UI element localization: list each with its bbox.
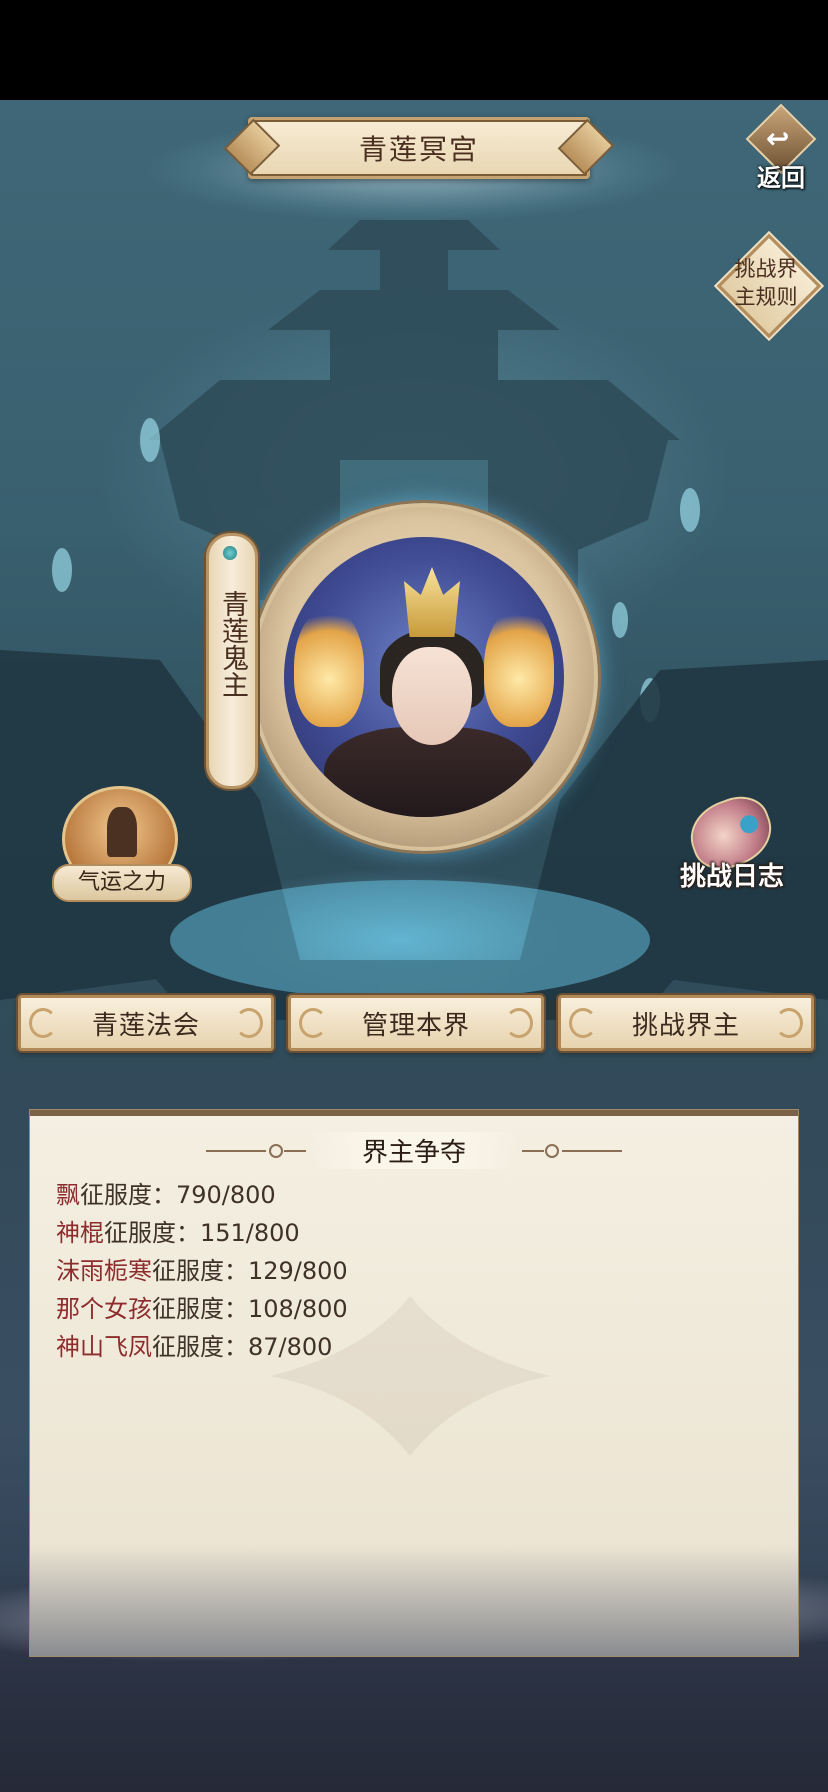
back-arrow-icon: ↩ bbox=[766, 122, 790, 155]
conquest-value: 108/800 bbox=[248, 1295, 348, 1323]
action-bar: 青莲法会 管理本界 挑战界主 bbox=[18, 995, 814, 1051]
list-item: 神棍征服度：151/800 bbox=[56, 1214, 756, 1252]
fortune-button[interactable]: 气运之力 bbox=[52, 786, 192, 902]
challenge-lord-button[interactable]: 挑战界主 bbox=[558, 995, 814, 1051]
meditating-figure-icon bbox=[107, 807, 137, 857]
player-name[interactable]: 神山飞凤 bbox=[56, 1333, 152, 1361]
lord-contest-panel: 界主争夺 飘征服度：790/800 神棍征服度：151/800 沫雨栀寒征服度：… bbox=[30, 1110, 798, 1656]
challenge-lord-label: 挑战界主 bbox=[631, 1010, 740, 1041]
boss-avatar bbox=[284, 537, 564, 817]
header-ornament-right-icon bbox=[522, 1144, 622, 1158]
header-ornament-left-icon bbox=[206, 1144, 306, 1158]
back-button[interactable]: ↩ 返回 bbox=[740, 103, 820, 192]
conquest-value: 129/800 bbox=[248, 1257, 348, 1285]
rules-button[interactable]: 挑战界主规则 bbox=[716, 233, 822, 339]
boss-portrait[interactable] bbox=[250, 503, 598, 851]
panel-title: 界主争夺 bbox=[309, 1131, 518, 1169]
fortune-label: 气运之力 bbox=[52, 864, 192, 902]
crown-icon bbox=[404, 567, 460, 637]
page-title: 青莲冥宫 bbox=[358, 133, 479, 166]
player-name[interactable]: 沫雨栀寒 bbox=[56, 1257, 152, 1285]
manage-realm-button[interactable]: 管理本界 bbox=[288, 995, 544, 1051]
conquest-value: 87/800 bbox=[248, 1333, 333, 1361]
flame-left bbox=[294, 607, 364, 727]
back-label: 返回 bbox=[757, 164, 805, 192]
lotus-assembly-label: 青莲法会 bbox=[91, 1010, 200, 1041]
panel-header: 界主争夺 bbox=[30, 1130, 798, 1170]
player-name[interactable]: 神棍 bbox=[56, 1219, 104, 1247]
cloud-ornament-icon bbox=[775, 1008, 803, 1038]
manage-realm-label: 管理本界 bbox=[361, 1010, 470, 1041]
conquest-value: 790/800 bbox=[176, 1181, 276, 1209]
boss-face bbox=[392, 647, 472, 745]
list-item: 沫雨栀寒征服度：129/800 bbox=[56, 1252, 756, 1290]
conquest-value: 151/800 bbox=[200, 1219, 300, 1247]
rules-label: 挑战界主规则 bbox=[734, 257, 798, 309]
list-item: 那个女孩征服度：108/800 bbox=[56, 1290, 756, 1328]
boss-name-plaque: 青莲鬼主 bbox=[206, 533, 258, 789]
cloud-ornament-icon bbox=[235, 1008, 263, 1038]
metric-label: 征服度： bbox=[104, 1219, 200, 1247]
player-name[interactable]: 那个女孩 bbox=[56, 1295, 152, 1323]
cloud-ornament-icon bbox=[29, 1008, 57, 1038]
metric-label: 征服度： bbox=[80, 1181, 176, 1209]
player-name[interactable]: 飘 bbox=[56, 1181, 80, 1209]
conquest-list: 飘征服度：790/800 神棍征服度：151/800 沫雨栀寒征服度：129/8… bbox=[56, 1176, 756, 1366]
cloud-ornament-icon bbox=[505, 1008, 533, 1038]
list-item: 飘征服度：790/800 bbox=[56, 1176, 756, 1214]
challenge-log-button[interactable]: 挑战日志 bbox=[670, 787, 790, 900]
plaque-gem-icon bbox=[223, 546, 237, 560]
challenge-log-label: 挑战日志 bbox=[679, 862, 784, 892]
panel-bottom-fade bbox=[30, 1546, 798, 1656]
cloud-ornament-icon bbox=[299, 1008, 327, 1038]
metric-label: 征服度： bbox=[152, 1257, 248, 1285]
boss-name: 青莲鬼主 bbox=[217, 590, 248, 698]
lotus-assembly-button[interactable]: 青莲法会 bbox=[18, 995, 274, 1051]
title-banner: 青莲冥宫 bbox=[223, 117, 615, 179]
list-item: 神山飞凤征服度：87/800 bbox=[56, 1328, 756, 1366]
metric-label: 征服度： bbox=[152, 1295, 248, 1323]
flame-right bbox=[484, 607, 554, 727]
metric-label: 征服度： bbox=[152, 1333, 248, 1361]
cloud-ornament-icon bbox=[569, 1008, 597, 1038]
